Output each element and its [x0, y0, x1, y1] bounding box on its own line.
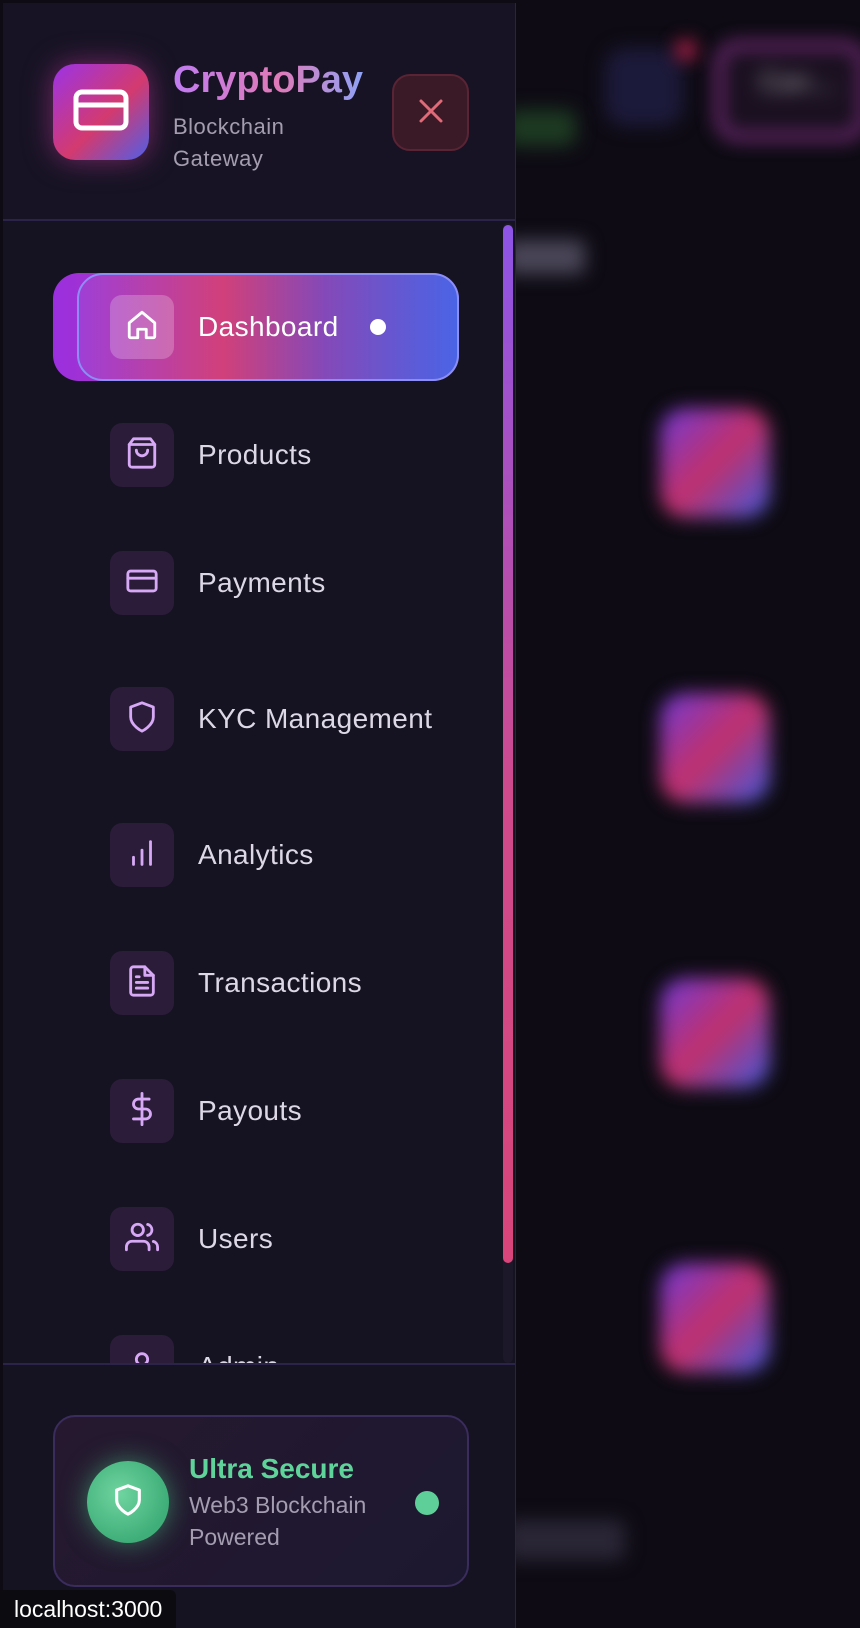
- bg-notification-dot: [676, 40, 696, 60]
- sidebar-item-payments[interactable]: Payments: [53, 529, 459, 637]
- security-title: Ultra Secure: [189, 1453, 354, 1484]
- scrollbar-thumb[interactable]: [503, 225, 513, 1263]
- bg-stat-icon: [660, 408, 770, 518]
- users-icon: [124, 1220, 160, 1258]
- bg-notification-button: [605, 48, 683, 126]
- sidebar-item-label: Products: [198, 439, 312, 470]
- sidebar-item-kyc-management[interactable]: KYC Management: [53, 665, 459, 773]
- brand-subtitle: Blockchain Gateway: [173, 114, 285, 171]
- sidebar-header: CryptoPay Blockchain Gateway: [3, 3, 515, 221]
- sidebar-item-users[interactable]: Users: [53, 1185, 459, 1293]
- sidebar-item-label: Users: [198, 1223, 274, 1254]
- bg-stat-icon: [660, 1263, 770, 1373]
- shield-icon: [111, 1482, 145, 1522]
- brand-logo[interactable]: [53, 64, 149, 160]
- sidebar-item-label: Analytics: [198, 839, 314, 870]
- bg-stat-icon: [660, 978, 770, 1088]
- user-icon: [125, 1348, 159, 1363]
- bg-connect-button: Con...: [716, 42, 860, 140]
- sidebar-item-label: Transactions: [198, 967, 363, 998]
- bar-chart-icon: [125, 836, 159, 874]
- status-indicator-dot: [415, 1491, 439, 1515]
- sidebar-item-dashboard[interactable]: Dashboard: [53, 273, 459, 381]
- bg-connect-label: Con...: [760, 68, 836, 98]
- shield-icon: [125, 700, 159, 738]
- security-status-card: Ultra Secure Web3 Blockchain Powered: [53, 1415, 469, 1587]
- dollar-sign-icon: [125, 1092, 159, 1130]
- sidebar-item-transactions[interactable]: Transactions: [53, 929, 459, 1037]
- security-subtitle: Web3 Blockchain Powered: [189, 1492, 367, 1550]
- brand-title: CryptoPay: [173, 59, 364, 101]
- sidebar-item-payouts[interactable]: Payouts: [53, 1057, 459, 1165]
- status-bar-url: localhost:3000: [0, 1590, 177, 1628]
- bg-section-heading: [505, 1520, 625, 1560]
- sidebar-footer: Ultra Secure Web3 Blockchain Powered: [3, 1363, 515, 1628]
- shopping-bag-icon: [125, 436, 159, 474]
- sidebar-item-label: Payouts: [198, 1095, 302, 1126]
- active-indicator-dot: [370, 319, 386, 335]
- close-icon: [417, 97, 445, 129]
- sidebar-item-analytics[interactable]: Analytics: [53, 801, 459, 909]
- sidebar-item-label: Payments: [198, 567, 326, 598]
- sidebar-nav: Dashboard Products Payments KYC Manageme…: [3, 223, 515, 1363]
- bg-stat-icon: [660, 693, 770, 803]
- sidebar: CryptoPay Blockchain Gateway Dashboard P…: [3, 3, 516, 1628]
- bg-status-pill: [506, 110, 576, 146]
- home-icon: [125, 308, 159, 346]
- sidebar-item-label: KYC Management: [198, 703, 433, 734]
- sidebar-item-admin[interactable]: Admin: [53, 1313, 459, 1363]
- sidebar-item-label: Admin: [198, 1313, 438, 1363]
- credit-card-icon: [73, 89, 129, 135]
- close-sidebar-button[interactable]: [392, 74, 469, 151]
- sidebar-item-products[interactable]: Products: [53, 401, 459, 509]
- credit-card-icon: [125, 564, 159, 602]
- bg-heading: [505, 240, 585, 274]
- file-text-icon: [125, 964, 159, 1002]
- sidebar-item-label: Dashboard: [198, 311, 339, 342]
